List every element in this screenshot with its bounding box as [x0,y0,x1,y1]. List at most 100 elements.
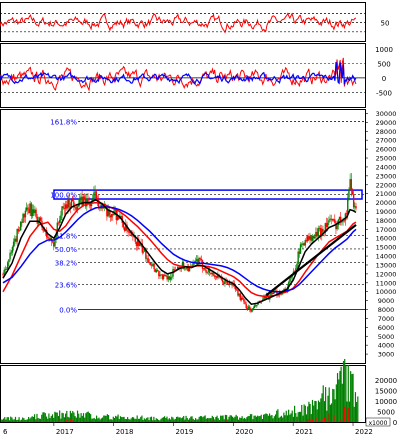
price-tick-label: 13000 [376,261,397,269]
volume-bar [1,420,2,422]
price-tick-label: 6000 [378,324,395,332]
volume-bar-red [306,421,307,422]
volume-bar-red [86,421,87,422]
volume-bar [91,419,92,422]
volume-bar [157,419,158,422]
candle-body [204,268,205,270]
candle-body [127,230,128,232]
volume-bar [298,412,299,422]
volume-bar-red [268,421,269,422]
osc-red-line [0,58,356,90]
candle-body [244,302,245,305]
volume-bar [327,396,328,422]
candle-body [249,307,250,310]
fib-level-label: 61.8% [55,233,78,241]
volume-bar [346,402,347,422]
fib-level-label: 23.6% [55,282,78,290]
volume-bar [319,402,320,422]
volume-bar [259,416,260,422]
volume-bar [224,419,225,422]
candle-body [153,264,154,269]
volume-bar-red [348,408,349,422]
volume-bar-red [321,420,322,422]
candle-body [212,273,213,276]
volume-bar [208,418,209,422]
volume-bar [308,402,309,422]
volume-bar-red [115,421,116,422]
volume-bar [120,416,121,422]
price-tick-label: 3000 [378,351,395,359]
volume-bar [138,419,139,422]
volume-bar [150,417,151,422]
volume-bar [325,387,326,422]
volume-bar [211,418,212,422]
candle-body [8,259,9,262]
volume-bar-red [211,421,212,422]
volume-bar [30,417,31,422]
volume-bar [75,416,76,422]
volume-bar [171,417,172,422]
volume-bar [182,417,183,422]
volume-bar [305,406,306,422]
candle-body [355,206,356,208]
volume-bar-red [67,421,68,422]
volume-bar [299,412,300,422]
price-tick-label: 19000 [376,208,397,216]
volume-bar-red [324,417,325,422]
volume-bar [3,419,4,422]
volume-bar [250,414,251,422]
volume-bar-red [329,414,330,422]
volume-bar [317,409,318,422]
volume-bar [280,417,281,422]
volume-bar [17,420,18,422]
volume-bar [246,417,247,422]
volume-bar [267,414,268,422]
volume-bar [148,420,149,422]
volume-bar [163,417,164,422]
volume-bar [151,417,152,422]
volume-bar [71,413,72,422]
candle-body [318,228,319,236]
volume-bar [28,417,29,422]
volume-bar-red [226,421,227,422]
volume-bar [153,417,154,422]
osc-tick-label: -500 [376,89,392,97]
volume-bar [24,420,25,422]
volume-bar-red [141,421,142,422]
volume-bar [15,417,16,422]
volume-bar [53,418,54,422]
volume-bar [209,418,210,422]
volume-bar-red [230,421,231,422]
volume-bar [160,419,161,422]
volume-bar-red [263,421,264,422]
candle-body [170,277,171,280]
volume-bar-red [132,421,133,422]
volume-bar-red [137,421,138,422]
candle-body [96,191,97,199]
volume-bar [79,418,80,422]
candle-body [12,247,13,253]
x-tick-label: 2017 [56,428,74,436]
volume-bar [96,416,97,422]
volume-bar [11,417,12,422]
volume-bar [257,416,258,422]
volume-bar [255,416,256,422]
volume-bar [121,417,122,422]
candle-body [25,211,26,218]
osc-tick-label: 0 [382,75,386,83]
volume-bar-red [225,421,226,422]
volume-bar [343,361,344,422]
volume-bar-red [311,421,312,422]
price-tick-label: 30000 [376,110,397,118]
candle-body [148,258,149,262]
price-tick-label: 14000 [376,253,397,261]
volume-bar [195,418,196,422]
candle-body [79,198,80,204]
x-tick-label: 2019 [176,428,194,436]
volume-bar-red [325,418,326,422]
volume-bar-red [269,420,270,422]
volume-bar [193,419,194,422]
volume-bar [230,415,231,422]
volume-bar [47,419,48,422]
volume-bar [21,420,22,422]
